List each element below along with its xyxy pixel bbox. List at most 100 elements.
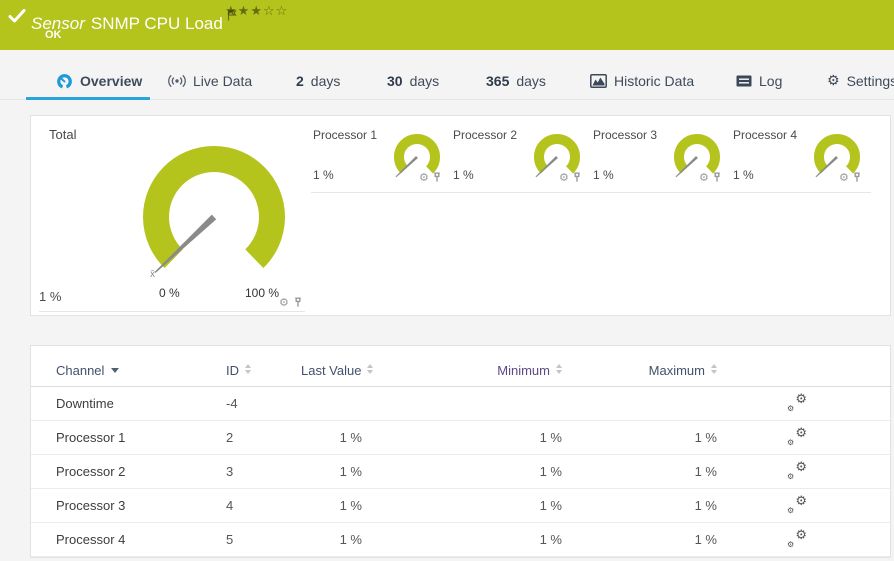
channel-id: 0	[226, 557, 301, 561]
gauge-name: Processor 4	[733, 128, 797, 142]
tab-live-data[interactable]: Live Data	[168, 69, 252, 93]
gauge-name: Processor 2	[453, 128, 517, 142]
maximum-value: 1 %	[576, 455, 731, 489]
channel-settings-gear-icon[interactable]: ⚙	[699, 172, 709, 183]
tab-log[interactable]: Log	[736, 69, 782, 93]
column-header-last-value[interactable]: Last Value	[301, 346, 376, 387]
gauge-divider	[39, 311, 305, 312]
maximum-value: 1 %	[576, 523, 731, 557]
maximum-value	[576, 387, 731, 421]
priority-star[interactable]: ★	[225, 4, 238, 19]
priority-star[interactable]: ☆	[276, 4, 289, 19]
priority-stars[interactable]: ★★★☆☆	[225, 4, 288, 19]
gauge-value: 1 %	[313, 168, 334, 182]
gauge-total-name: Total	[49, 127, 76, 142]
gauge-processor-1: Processor 1 1 % ⚙	[311, 128, 451, 196]
channel-settings-gear-icon[interactable]: ⚙	[839, 172, 849, 183]
table-row-processor-2: Processor 2 3 1 % 1 % 1 % ⚙⚙	[31, 455, 892, 489]
tab-30-days[interactable]: 30 days	[387, 69, 439, 93]
gauge-value: 1 %	[593, 168, 614, 182]
channel-settings-icon[interactable]: ⚙⚙	[787, 496, 807, 512]
channel-id: -4	[226, 387, 301, 421]
channel-settings-gear-icon[interactable]: ⚙	[559, 172, 569, 183]
priority-star[interactable]: ★	[250, 4, 263, 19]
tab-2-days[interactable]: 2 days	[296, 69, 340, 93]
gauge-divider	[311, 192, 451, 193]
sort-desc-icon	[111, 368, 119, 373]
gauge-processor-2: Processor 2 1 % ⚙	[451, 128, 591, 196]
pin-gauge-icon[interactable]	[432, 172, 442, 183]
minimum-value: 1 %	[376, 523, 576, 557]
gauge-processor-3: Processor 3 1 % ⚙	[591, 128, 731, 196]
table-row-total: Total 0 1 % 1 % 1 % ⚙⚙	[31, 557, 892, 561]
total-scale-min: 0 %	[159, 286, 180, 300]
column-header-actions	[731, 346, 811, 387]
channels-table: Channel ID Last Value Minimum Maximum Do…	[31, 346, 892, 561]
channel-name: Downtime	[31, 387, 226, 421]
gear-icon: ⚙	[827, 74, 840, 88]
minimum-value	[376, 387, 576, 421]
pin-gauge-icon[interactable]	[293, 297, 303, 308]
channel-name: Processor 2	[31, 455, 226, 489]
minimum-value: 1 %	[376, 455, 576, 489]
pin-gauge-icon[interactable]	[852, 172, 862, 183]
channel-settings-icon[interactable]: ⚙⚙	[787, 530, 807, 546]
minimum-value: 1 %	[376, 421, 576, 455]
channel-settings-gear-icon[interactable]: ⚙	[419, 172, 429, 183]
channel-settings-icon[interactable]: ⚙⚙	[787, 462, 807, 478]
gauge-divider	[451, 192, 591, 193]
sort-icon	[556, 364, 562, 374]
table-row-processor-3: Processor 3 4 1 % 1 % 1 % ⚙⚙	[31, 489, 892, 523]
last-value: 1 %	[301, 421, 376, 455]
column-header-id[interactable]: ID	[226, 346, 301, 387]
priority-star[interactable]: ☆	[263, 4, 276, 19]
maximum-value: 1 %	[576, 421, 731, 455]
table-row-processor-1: Processor 1 2 1 % 1 % 1 % ⚙⚙	[31, 421, 892, 455]
last-value: 1 %	[301, 455, 376, 489]
chart-icon	[590, 74, 607, 88]
gauge-divider	[591, 192, 731, 193]
table-row-downtime: Downtime -4 ⚙⚙	[31, 387, 892, 421]
column-header-minimum[interactable]: Minimum	[376, 346, 576, 387]
ok-check-icon	[8, 8, 26, 24]
table-row-processor-4: Processor 4 5 1 % 1 % 1 % ⚙⚙	[31, 523, 892, 557]
minimum-value: 1 %	[376, 557, 576, 561]
total-gauge-dial	[139, 142, 289, 292]
tab-365-days[interactable]: 365 days	[486, 69, 546, 93]
maximum-value: 1 %	[576, 489, 731, 523]
channel-settings-gear-icon[interactable]: ⚙	[279, 297, 289, 308]
total-scale-max: 100 %	[245, 286, 279, 300]
column-header-channel[interactable]: Channel	[31, 346, 226, 387]
gauge-name: Processor 1	[313, 128, 377, 142]
total-gauge-value: 1 %	[39, 289, 61, 304]
log-list-icon	[736, 75, 752, 87]
sort-icon	[711, 364, 717, 374]
column-header-maximum[interactable]: Maximum	[576, 346, 731, 387]
pin-gauge-icon[interactable]	[572, 172, 582, 183]
last-value: 1 %	[301, 489, 376, 523]
channel-settings-icon[interactable]: ⚙⚙	[787, 394, 807, 410]
pin-gauge-icon[interactable]	[712, 172, 722, 183]
last-value	[301, 387, 376, 421]
tab-settings-label: Settings	[847, 73, 894, 89]
channels-table-panel: Channel ID Last Value Minimum Maximum Do…	[30, 345, 891, 558]
channel-name: Processor 1	[31, 421, 226, 455]
maximum-value: 1 %	[576, 557, 731, 561]
active-tab-underline	[26, 97, 150, 100]
channel-name: Processor 3	[31, 489, 226, 523]
minimum-value: 1 %	[376, 489, 576, 523]
sort-icon	[367, 364, 373, 374]
tab-historic-label: Historic Data	[614, 73, 694, 89]
tab-overview-label: Overview	[80, 73, 142, 89]
tab-overview[interactable]: Overview	[56, 69, 142, 93]
gauge-value: 1 %	[453, 168, 474, 182]
sensor-name: SNMP CPU Load	[91, 14, 223, 33]
channel-settings-icon[interactable]: ⚙⚙	[787, 428, 807, 444]
gauge-processor-4: Processor 4 1 % ⚙	[731, 128, 871, 196]
live-signal-icon	[168, 74, 186, 88]
tab-settings[interactable]: ⚙ Settings	[827, 69, 894, 93]
priority-star[interactable]: ★	[238, 4, 251, 19]
gauge-divider	[731, 192, 871, 193]
tab-bar: Overview Live Data 2 days 30 days 365 da…	[0, 62, 894, 100]
tab-historic-data[interactable]: Historic Data	[590, 69, 694, 93]
